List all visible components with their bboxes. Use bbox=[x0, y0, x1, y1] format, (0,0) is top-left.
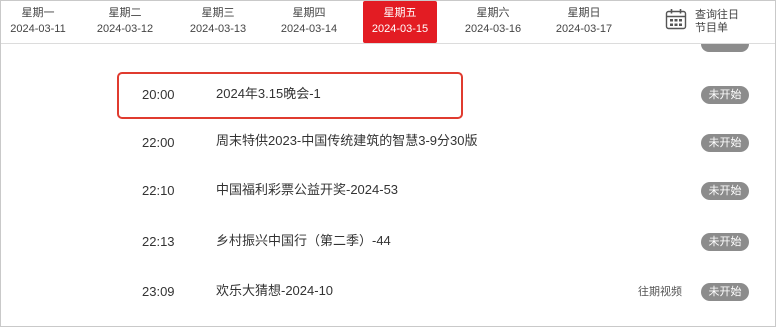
program-title[interactable]: 周末特供2023-中国传统建筑的智慧3-9分30版 bbox=[216, 118, 478, 164]
day-date: 2024-03-11 bbox=[10, 23, 66, 35]
program-title[interactable]: 中国福利彩票公益开奖-2024-53 bbox=[216, 166, 398, 214]
status-badge: 未开始 bbox=[701, 182, 749, 200]
schedule-panel: 星期一 2024-03-11 星期二 2024-03-12 星期三 2024-0… bbox=[0, 0, 776, 327]
past-schedule-button[interactable]: 查询往日 节目单 bbox=[661, 5, 771, 39]
status-badge: 未开始 bbox=[701, 86, 749, 104]
program-title[interactable]: 欢乐大猜想-2024-10 bbox=[216, 267, 333, 315]
program-time: 22:10 bbox=[142, 183, 175, 198]
program-row: 22:00 周末特供2023-中国传统建筑的智慧3-9分30版 未开始 bbox=[1, 118, 775, 168]
program-time: 22:00 bbox=[142, 135, 175, 150]
day-tab-thu[interactable]: 星期四 2024-03-14 bbox=[272, 1, 346, 43]
day-weekday: 星期日 bbox=[567, 7, 601, 19]
program-time: 22:13 bbox=[142, 234, 175, 249]
day-date: 2024-03-13 bbox=[189, 23, 247, 35]
past-schedule-line2: 节目单 bbox=[695, 22, 728, 34]
day-tab-mon[interactable]: 星期一 2024-03-11 bbox=[1, 1, 75, 43]
day-weekday: 星期三 bbox=[201, 7, 235, 19]
status-badge: 未开始 bbox=[701, 134, 749, 152]
day-date: 2024-03-15 bbox=[371, 23, 429, 35]
status-badge-partial bbox=[701, 44, 749, 52]
day-tab-sat[interactable]: 星期六 2024-03-16 bbox=[456, 1, 530, 43]
program-row: 23:09 欢乐大猜想-2024-10 往期视频 未开始 bbox=[1, 267, 775, 317]
day-weekday: 星期四 bbox=[292, 7, 326, 19]
past-schedule-label: 查询往日 节目单 bbox=[695, 9, 739, 35]
calendar-icon bbox=[665, 9, 687, 30]
day-tabs: 星期一 2024-03-11 星期二 2024-03-12 星期三 2024-0… bbox=[1, 1, 775, 44]
day-tab-tue[interactable]: 星期二 2024-03-12 bbox=[88, 1, 162, 43]
day-tab-sun[interactable]: 星期日 2024-03-17 bbox=[547, 1, 621, 43]
day-weekday: 星期二 bbox=[108, 7, 142, 19]
replay-link[interactable]: 往期视频 bbox=[638, 267, 682, 317]
day-weekday: 星期五 bbox=[383, 7, 417, 19]
status-badge: 未开始 bbox=[701, 233, 749, 251]
day-date: 2024-03-16 bbox=[464, 23, 522, 35]
highlight-box bbox=[117, 72, 463, 119]
status-badge: 未开始 bbox=[701, 283, 749, 301]
program-time: 23:09 bbox=[142, 284, 175, 299]
program-title[interactable]: 乡村振兴中国行（第二季）-44 bbox=[216, 217, 391, 265]
day-tab-wed[interactable]: 星期三 2024-03-13 bbox=[181, 1, 255, 43]
day-weekday: 星期一 bbox=[21, 7, 55, 19]
day-weekday: 星期六 bbox=[476, 7, 510, 19]
day-tab-fri[interactable]: 星期五 2024-03-15 bbox=[363, 1, 437, 43]
past-schedule-line1: 查询往日 bbox=[695, 9, 739, 21]
day-date: 2024-03-17 bbox=[555, 23, 613, 35]
day-date: 2024-03-14 bbox=[280, 23, 338, 35]
day-date: 2024-03-12 bbox=[96, 23, 154, 35]
program-row: 22:10 中国福利彩票公益开奖-2024-53 未开始 bbox=[1, 166, 775, 216]
program-row: 22:13 乡村振兴中国行（第二季）-44 未开始 bbox=[1, 217, 775, 267]
